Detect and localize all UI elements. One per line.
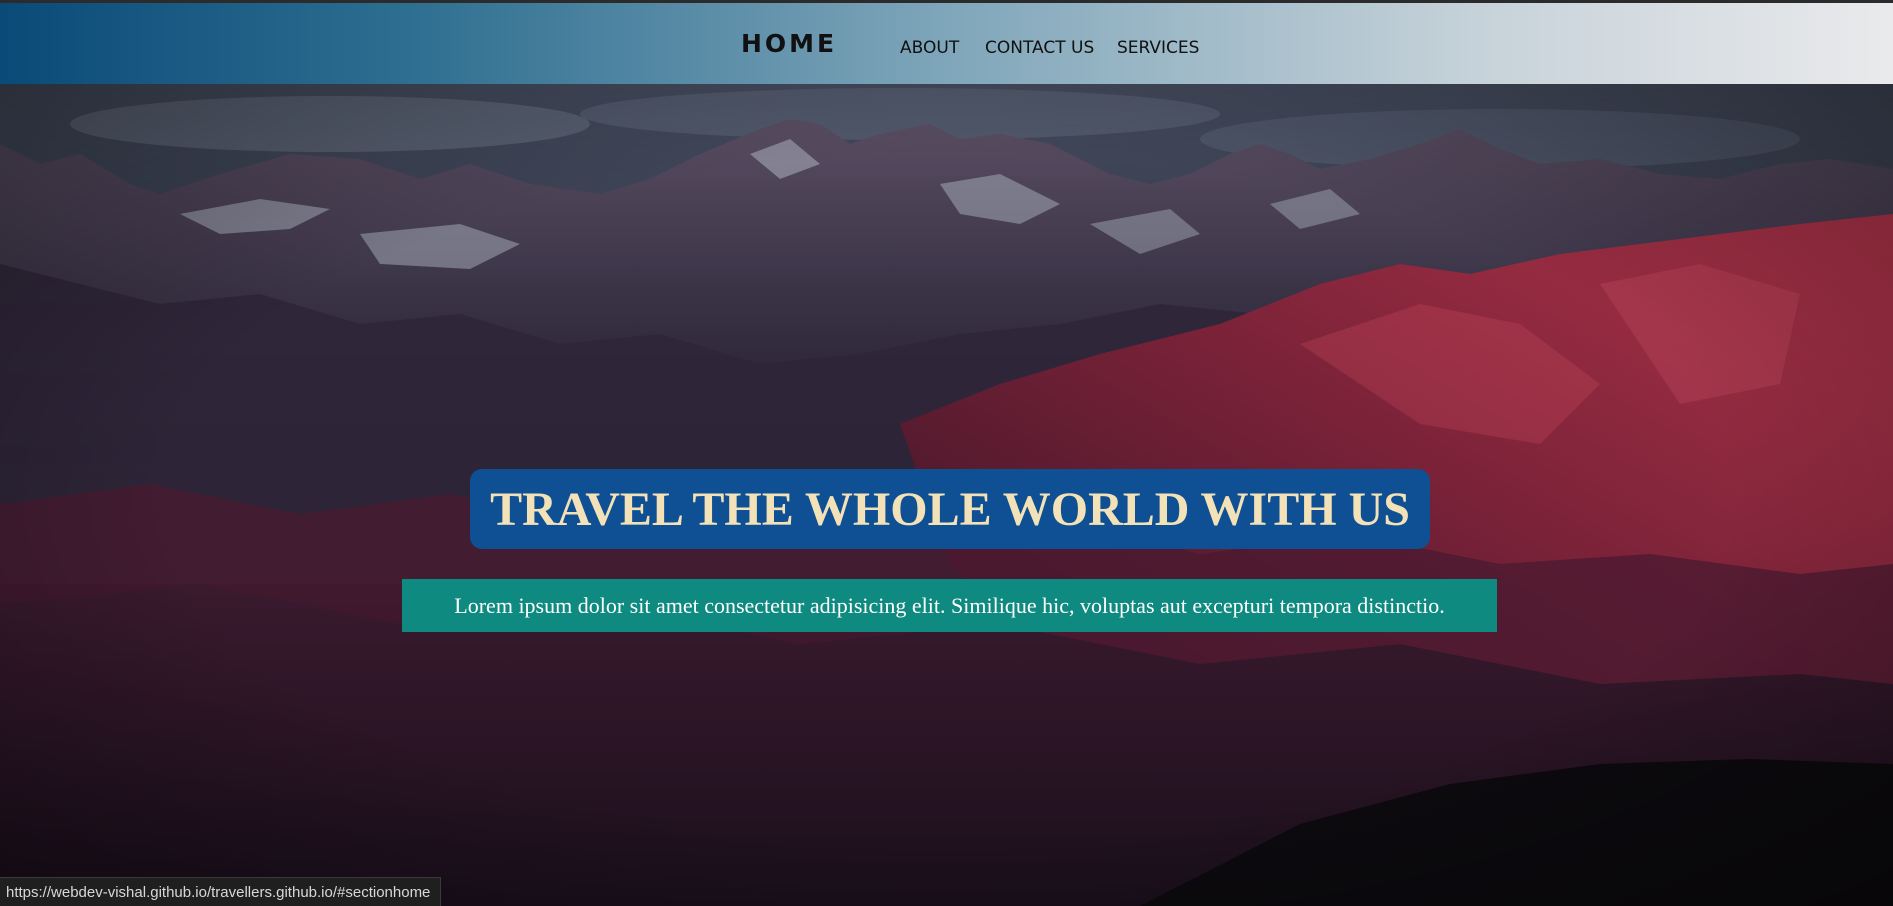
- subtext-banner: Lorem ipsum dolor sit amet consectetur a…: [402, 579, 1497, 632]
- hero-headline: TRAVEL THE WHOLE WORLD WITH US: [490, 482, 1410, 536]
- hero-section: TRAVEL THE WHOLE WORLD WITH US Lorem ips…: [0, 84, 1893, 906]
- headline-banner: TRAVEL THE WHOLE WORLD WITH US: [470, 469, 1430, 549]
- nav-home-logo[interactable]: HOME: [741, 29, 837, 58]
- nav-link-about[interactable]: ABOUT: [900, 38, 959, 58]
- navbar: HOME ABOUT CONTACT US SERVICES: [0, 3, 1893, 84]
- browser-viewport: HOME ABOUT CONTACT US SERVICES TRAVEL TH…: [0, 0, 1893, 906]
- top-border: [0, 0, 1893, 3]
- hero-subtext: Lorem ipsum dolor sit amet consectetur a…: [454, 592, 1445, 618]
- nav-link-services[interactable]: SERVICES: [1117, 38, 1199, 58]
- link-preview-statusbar: https://webdev-vishal.github.io/travelle…: [0, 877, 442, 906]
- status-url: https://webdev-vishal.github.io/travelle…: [6, 884, 431, 901]
- nav-link-contact-us[interactable]: CONTACT US: [985, 38, 1094, 58]
